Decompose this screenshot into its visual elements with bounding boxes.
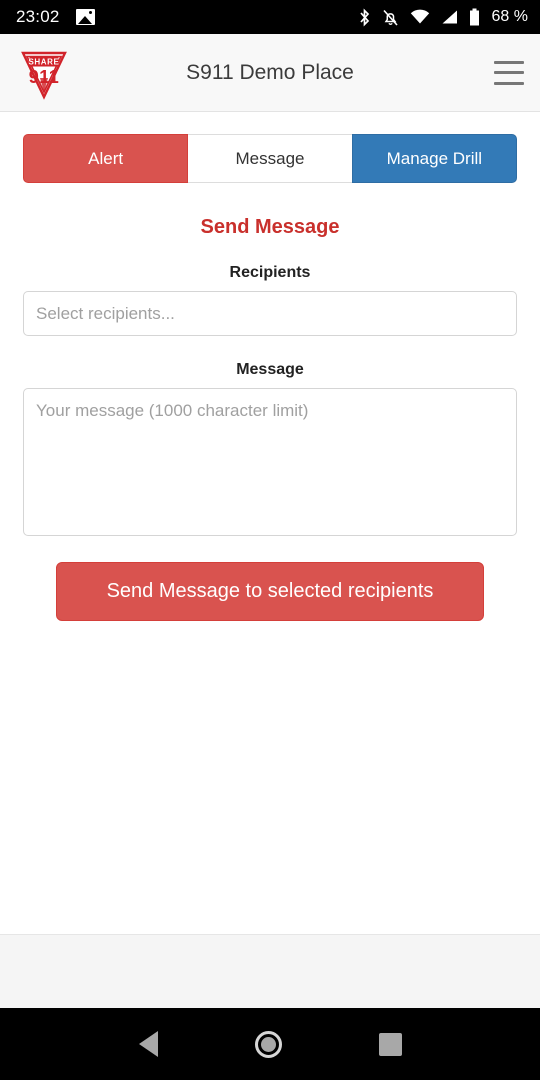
phone-screen: 23:02 68 % SHARE 911 S911 Demo Place Ale… [0, 0, 540, 1080]
tab-message[interactable]: Message [188, 134, 352, 183]
tab-alert[interactable]: Alert [23, 134, 189, 183]
svg-text:SHARE: SHARE [28, 57, 59, 66]
status-notification-icons [75, 9, 95, 25]
page-title: S911 Demo Place [186, 60, 354, 84]
photo-icon [75, 9, 95, 25]
recipients-input[interactable] [23, 291, 517, 336]
message-textarea[interactable] [23, 388, 517, 536]
cellular-signal-icon [441, 9, 458, 25]
app-header: SHARE 911 S911 Demo Place [0, 34, 540, 112]
battery-percentage: 68 % [491, 8, 528, 25]
battery-icon [469, 8, 480, 26]
tab-manage-drill[interactable]: Manage Drill [351, 134, 517, 183]
home-nav-icon[interactable] [254, 1030, 282, 1058]
back-nav-icon[interactable] [138, 1031, 158, 1057]
recipients-label: Recipients [229, 264, 311, 281]
android-navigation-bar [0, 1008, 540, 1080]
hamburger-line-3 [494, 81, 524, 85]
message-label: Message [236, 361, 304, 378]
form-heading: Send Message [200, 216, 340, 238]
status-clock: 23:02 [16, 7, 60, 26]
hamburger-menu-icon[interactable] [494, 60, 524, 85]
wifi-icon [410, 9, 430, 25]
notifications-off-icon [382, 8, 399, 27]
send-message-button[interactable]: Send Message to selected recipients [56, 562, 484, 621]
bluetooth-icon [358, 7, 371, 27]
share911-logo-icon[interactable]: SHARE 911 [16, 45, 72, 101]
submit-row: Send Message to selected recipients [23, 562, 517, 621]
hamburger-line-1 [494, 60, 524, 64]
hamburger-line-2 [494, 71, 524, 74]
status-bar: 23:02 68 % [0, 0, 540, 34]
status-system-icons: 68 % [358, 7, 528, 27]
recents-nav-icon[interactable] [378, 1032, 402, 1056]
page-footer [0, 934, 540, 1008]
mode-tab-group: Alert Message Manage Drill [23, 134, 517, 183]
main-content: Alert Message Manage Drill Send Message … [0, 112, 540, 934]
